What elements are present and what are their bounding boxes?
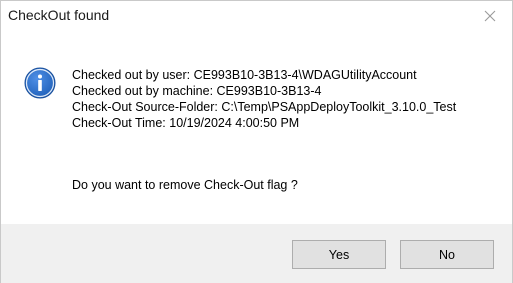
- no-button[interactable]: No: [400, 240, 494, 269]
- close-button[interactable]: [468, 1, 512, 31]
- dialog-title: CheckOut found: [8, 7, 110, 23]
- message-line-time: Check-Out Time: 10/19/2024 4:00:50 PM: [72, 116, 300, 130]
- message-line-machine: Checked out by machine: CE993B10-3B13-4: [72, 84, 322, 98]
- message-line-source-folder: Check-Out Source-Folder: C:\Temp\PSAppDe…: [72, 100, 457, 114]
- close-icon: [484, 10, 496, 22]
- message-text: Checked out by user: CE993B10-3B13-4\WDA…: [72, 67, 456, 131]
- dialog-content: Checked out by user: CE993B10-3B13-4\WDA…: [1, 31, 512, 224]
- yes-button[interactable]: Yes: [292, 240, 386, 269]
- title-bar: CheckOut found: [1, 1, 512, 31]
- message-line-user: Checked out by user: CE993B10-3B13-4\WDA…: [72, 68, 417, 82]
- info-icon: [24, 67, 56, 99]
- question-text: Do you want to remove Check-Out flag ?: [72, 178, 298, 192]
- checkout-found-dialog: CheckOut found Checked out by user: CE99…: [0, 0, 513, 283]
- button-bar: Yes No: [1, 224, 512, 283]
